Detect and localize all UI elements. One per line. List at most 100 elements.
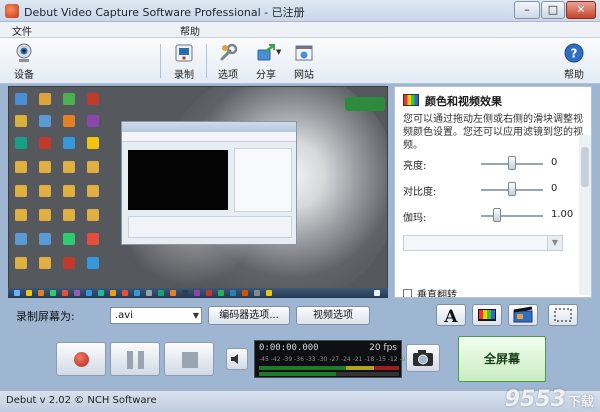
volume-button[interactable] [226, 348, 248, 370]
svg-text:?: ? [571, 47, 578, 61]
desktop-icon [63, 137, 75, 149]
taskbar-icon [110, 290, 116, 296]
elapsed-time: 0:00:00.000 [259, 343, 319, 353]
desktop-icon [87, 93, 99, 105]
menu-help[interactable]: 帮助 [180, 23, 200, 38]
maximize-button[interactable]: □ [541, 1, 565, 19]
options-button[interactable]: 选项 [210, 41, 246, 81]
device-button[interactable]: 设备 [6, 41, 42, 81]
taskbar-icon [38, 290, 44, 296]
record-button[interactable]: 录制 [166, 41, 202, 81]
close-button[interactable]: ✕ [566, 1, 596, 19]
gamma-track[interactable] [481, 215, 543, 217]
taskbar-icon [86, 290, 92, 296]
taskbar-icon [158, 290, 164, 296]
camera-icon [413, 350, 433, 366]
wrench-icon [220, 43, 238, 61]
record-label: 录制 [174, 70, 194, 81]
video-options-button[interactable]: 视频选项 [296, 306, 370, 325]
chevron-down-icon: ▼ [192, 311, 199, 320]
filter-dropdown-icon[interactable]: ▼ [547, 235, 563, 251]
help-button[interactable]: ? 帮助 [556, 41, 592, 81]
gamma-slider[interactable] [492, 208, 501, 222]
desktop-icon [15, 137, 27, 149]
pause-button[interactable] [110, 342, 160, 376]
status-bar: Debut v 2.02 © NCH Software 9553 下载 [0, 387, 600, 412]
brightness-slider[interactable] [508, 156, 516, 170]
effects-scroll-thumb[interactable] [581, 147, 589, 187]
brightness-value: 0 [551, 157, 558, 168]
webcam-icon [16, 43, 32, 62]
nested-title-bar [122, 122, 296, 132]
flip-vertical-checkbox[interactable] [403, 289, 412, 297]
device-label: 设备 [14, 70, 34, 81]
contrast-slider[interactable] [508, 182, 516, 196]
recording-status-panel: 0:00:00.000 20 fps -45 -42 -39 -36 -33 -… [254, 340, 427, 378]
desktop-icon [15, 185, 27, 197]
taskbar-icon [134, 290, 140, 296]
record-screen-label: 录制屏幕为: [16, 310, 75, 323]
pause-icon [138, 351, 144, 369]
menu-bar: 文件 帮助 [0, 22, 600, 38]
taskbar-icon [194, 290, 200, 296]
text-overlay-button[interactable]: A [436, 304, 466, 327]
color-effects-button[interactable] [472, 304, 502, 326]
brightness-label: 亮度: [403, 161, 427, 172]
stop-icon [182, 352, 198, 368]
site-watermark: 9553 下载 [505, 387, 594, 412]
version-text: Debut v 2.02 © NCH Software [6, 395, 157, 406]
share-dropdown-icon[interactable]: ▼ [276, 48, 281, 56]
start-record-button[interactable] [56, 342, 106, 376]
share-button[interactable]: 分享 [248, 41, 284, 81]
effects-title: 颜色和视频效果 [425, 95, 502, 108]
nested-app-window [121, 121, 297, 245]
desktop-icon [87, 161, 99, 173]
color-bars-icon [478, 309, 496, 321]
desktop-icon [39, 137, 51, 149]
selection-icon [554, 308, 572, 322]
help-icon: ? [564, 43, 584, 63]
text-icon: A [443, 307, 458, 327]
desktop-icon [15, 93, 27, 105]
filter-select[interactable] [403, 235, 563, 251]
video-effects-button[interactable] [508, 304, 538, 326]
watermark-number: 9553 [504, 387, 566, 412]
taskbar-icon [254, 290, 260, 296]
svg-text:A: A [443, 307, 458, 325]
start-icon [14, 290, 20, 296]
taskbar-icon [206, 290, 212, 296]
brightness-row: 亮度: 0 [403, 155, 589, 173]
clapperboard-icon [513, 306, 533, 323]
record-dot-icon [74, 352, 89, 367]
format-value: .avi [115, 310, 134, 321]
website-button[interactable]: 网站 [286, 41, 322, 81]
capture-preview [8, 86, 388, 298]
toolbar-divider [206, 44, 207, 78]
encoder-options-button[interactable]: 编码器选项... [208, 306, 290, 325]
desktop-taskbar [8, 288, 388, 298]
desktop-icon [87, 233, 99, 245]
menu-file[interactable]: 文件 [12, 23, 32, 38]
desktop-icon [87, 185, 99, 197]
nested-preview [128, 150, 228, 210]
fullscreen-button[interactable]: 全屏幕 [458, 336, 546, 382]
desktop-icon [63, 161, 75, 173]
audio-level-meter [259, 366, 399, 370]
contrast-label: 对比度: [403, 187, 437, 198]
gamma-value: 1.00 [551, 209, 574, 220]
select-region-button[interactable] [548, 304, 578, 326]
desktop-icon [39, 93, 51, 105]
pause-icon [127, 351, 133, 369]
stop-button[interactable] [164, 342, 214, 376]
snapshot-button[interactable] [406, 344, 440, 372]
flip-vertical-label: 垂直翻转 [417, 290, 457, 298]
minimize-button[interactable]: – [514, 1, 540, 19]
share-icon [257, 44, 275, 61]
toolbar-divider [160, 44, 161, 78]
desktop-icon [39, 161, 51, 173]
taskbar-icon [26, 290, 32, 296]
format-select[interactable]: .avi ▼ [110, 307, 202, 324]
desktop-icon [87, 115, 99, 127]
nested-controls [128, 216, 292, 238]
watermark-suffix: 下载 [567, 395, 594, 410]
